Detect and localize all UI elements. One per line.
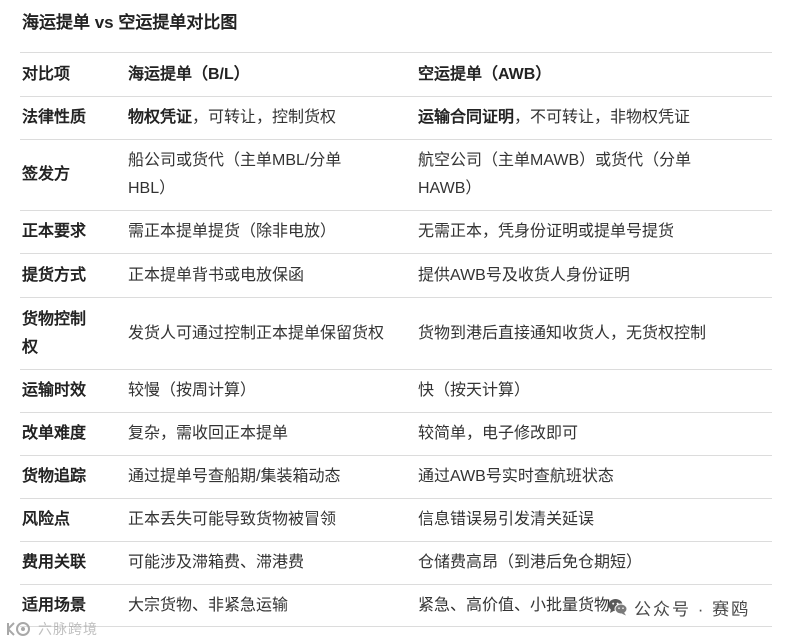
- air-awb-cell: 提供AWB号及收货人身份证明: [418, 266, 630, 284]
- air-awb-cell: 仓储费高昂（到港后免仓期短）: [418, 554, 643, 571]
- sea-bl-cell: 发货人可通过控制正本提单保留货权: [128, 324, 385, 342]
- item-line: 权: [22, 338, 39, 356]
- table-row-pickup-method: 提货方式 正本提单背书或电放保函 提供AWB号及收货人身份证明: [20, 253, 772, 297]
- item-cell: 货物控制 权: [20, 306, 116, 362]
- sea-bl-text: ，可转让，控制货权: [192, 109, 337, 126]
- item-cell: 费用关联: [22, 554, 87, 571]
- sea-bl-cell: 大宗货物、非紧急运输: [128, 596, 289, 614]
- air-awb-line: 航空公司（主单MAWB）或货代（分单: [418, 152, 692, 169]
- item-line: 货物控制: [22, 310, 87, 328]
- sea-bl-line: HBL）: [128, 180, 176, 197]
- air-awb-cell: 信息错误易引发清关延误: [418, 511, 595, 528]
- air-awb-cell: 货物到港后直接通知收货人，无货权控制: [418, 324, 707, 342]
- sea-bl-cell: 物权凭证，可转让，控制货权: [116, 104, 406, 132]
- wechat-icon: [608, 598, 628, 616]
- table-row-issuer: 签发方 船公司或货代（主单MBL/分单 HBL） 航空公司（主单MAWB）或货代…: [20, 139, 772, 210]
- table-row-original-requirement: 正本要求 需正本提单提货（除非电放） 无需正本，凭身份证明或提单号提货: [20, 210, 772, 253]
- sea-bl-cell: 船公司或货代（主单MBL/分单 HBL）: [116, 147, 406, 203]
- table-row-amendment-difficulty: 改单难度 复杂，需收回正本提单 较简单，电子修改即可: [20, 412, 772, 455]
- item-cell: 适用场景: [22, 596, 87, 614]
- wechat-watermark-text: 公众号 · 赛鸥: [634, 599, 751, 619]
- item-cell: 改单难度: [22, 425, 87, 442]
- air-awb-cell: 航空公司（主单MAWB）或货代（分单 HAWB）: [406, 147, 772, 203]
- header-sea-bl: 海运提单（B/L）: [128, 65, 250, 83]
- item-cell: 货物追踪: [22, 468, 87, 485]
- air-awb-cell: 运输合同证明，不可转让，非物权凭证: [406, 104, 772, 132]
- comparison-table: 对比项 海运提单（B/L） 空运提单（AWB） 法律性质 物权凭证，可转让，控制…: [20, 52, 772, 627]
- sea-bl-cell: 需正本提单提货（除非电放）: [128, 223, 337, 240]
- table-row-fee-association: 费用关联 可能涉及滞箱费、滞港费 仓储费高昂（到港后免仓期短）: [20, 541, 772, 584]
- air-awb-emphasis: 运输合同证明: [418, 109, 515, 126]
- table-row-cargo-tracking: 货物追踪 通过提单号查船期/集装箱动态 通过AWB号实时查航班状态: [20, 455, 772, 498]
- item-cell: 风险点: [22, 511, 71, 528]
- header-item: 对比项: [22, 65, 71, 83]
- wechat-watermark: 公众号 · 赛鸥: [608, 595, 750, 619]
- sea-bl-emphasis: 物权凭证: [128, 109, 193, 126]
- sea-bl-cell: 可能涉及滞箱费、滞港费: [128, 554, 305, 571]
- air-awb-cell: 通过AWB号实时查航班状态: [418, 468, 614, 485]
- item-cell: 正本要求: [22, 223, 87, 240]
- header-air-awb: 空运提单（AWB）: [418, 65, 552, 83]
- air-awb-cell: 快（按天计算）: [418, 382, 531, 399]
- item-cell: 法律性质: [22, 109, 87, 126]
- brand-watermark: 六脉跨境: [6, 618, 98, 640]
- sea-bl-cell: 较慢（按周计算）: [128, 382, 257, 399]
- item-cell: 签发方: [22, 166, 71, 183]
- brand-logo-icon: [6, 621, 32, 637]
- air-awb-text: ，不可转让，非物权凭证: [514, 109, 691, 126]
- item-cell: 提货方式: [22, 266, 87, 284]
- table-row-legal-nature: 法律性质 物权凭证，可转让，控制货权 运输合同证明，不可转让，非物权凭证: [20, 96, 772, 139]
- air-awb-cell: 无需正本，凭身份证明或提单号提货: [418, 223, 675, 240]
- table-row-risk-point: 风险点 正本丢失可能导致货物被冒领 信息错误易引发清关延误: [20, 498, 772, 541]
- page-title: 海运提单 vs 空运提单对比图: [22, 13, 238, 32]
- air-awb-cell: 较简单，电子修改即可: [418, 425, 579, 442]
- air-awb-line: HAWB）: [418, 180, 482, 197]
- sea-bl-cell: 正本提单背书或电放保函: [128, 266, 305, 284]
- sea-bl-cell: 正本丢失可能导致货物被冒领: [128, 511, 337, 528]
- table-row-transit-time: 运输时效 较慢（按周计算） 快（按天计算）: [20, 369, 772, 412]
- brand-watermark-text: 六脉跨境: [38, 621, 98, 637]
- sea-bl-cell: 复杂，需收回正本提单: [128, 425, 289, 442]
- table-row-cargo-control: 货物控制 权 发货人可通过控制正本提单保留货权 货物到港后直接通知收货人，无货权…: [20, 297, 772, 369]
- sea-bl-cell: 通过提单号查船期/集装箱动态: [128, 468, 341, 485]
- sea-bl-line: 船公司或货代（主单MBL/分单: [128, 152, 342, 169]
- item-cell: 运输时效: [22, 382, 87, 399]
- table-header-row: 对比项 海运提单（B/L） 空运提单（AWB）: [20, 52, 772, 96]
